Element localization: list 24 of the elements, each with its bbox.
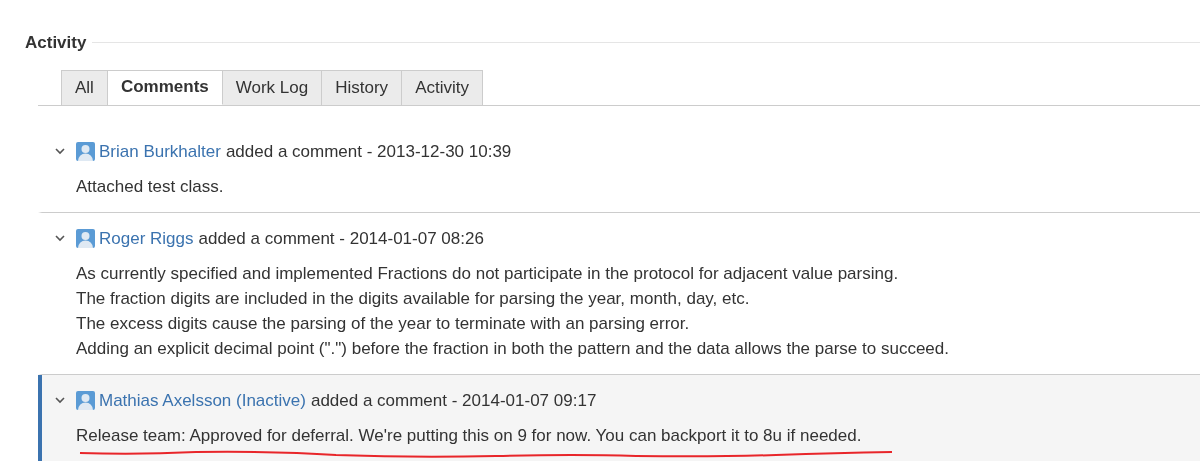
avatar-icon — [76, 391, 95, 410]
tab[interactable]: Comments — [107, 69, 223, 105]
comment-text: Attached test class. — [76, 175, 224, 198]
avatar-icon — [76, 229, 95, 248]
comment-meta: added a comment - 2014-01-07 08:26 — [198, 227, 484, 250]
comment-text: The fraction digits are included in the digits available for parsing the year, month, day, etc. — [76, 287, 750, 310]
comment-meta: added a comment - 2014-01-07 09:17 — [310, 389, 597, 412]
comment-text: Adding an explicit decimal point (".") before the fraction in both the pattern and the data allows the parse to succeed. — [76, 337, 949, 360]
tab[interactable]: Work Log — [222, 69, 323, 105]
chevron-icon[interactable] — [55, 233, 65, 244]
section-title: Activity — [25, 32, 88, 54]
chevron-icon[interactable] — [55, 395, 65, 406]
comment-text: Release team: Approved for deferral. We're putting this on 9 for now. You can backport it to 8u if needed. — [76, 424, 862, 447]
tab[interactable]: Activity — [402, 69, 483, 105]
chevron-icon[interactable] — [55, 146, 65, 157]
avatar-icon — [76, 142, 95, 161]
comment-text: As currently specified and implemented Fractions do not participate in the protocol for adjacent value parsing. — [76, 262, 899, 285]
author-link[interactable]: Roger Riggs — [99, 225, 194, 252]
tab[interactable]: All — [61, 69, 108, 105]
author-link[interactable]: Brian Burkhalter — [99, 138, 221, 165]
comment-text: The excess digits cause the parsing of the year to terminate with an parsing error. — [76, 312, 690, 335]
tab[interactable]: History — [322, 69, 403, 105]
comment-meta: added a comment - 2013-12-30 10:39 — [225, 140, 512, 163]
author-link[interactable]: Mathias Axelsson (Inactive) — [99, 387, 306, 414]
